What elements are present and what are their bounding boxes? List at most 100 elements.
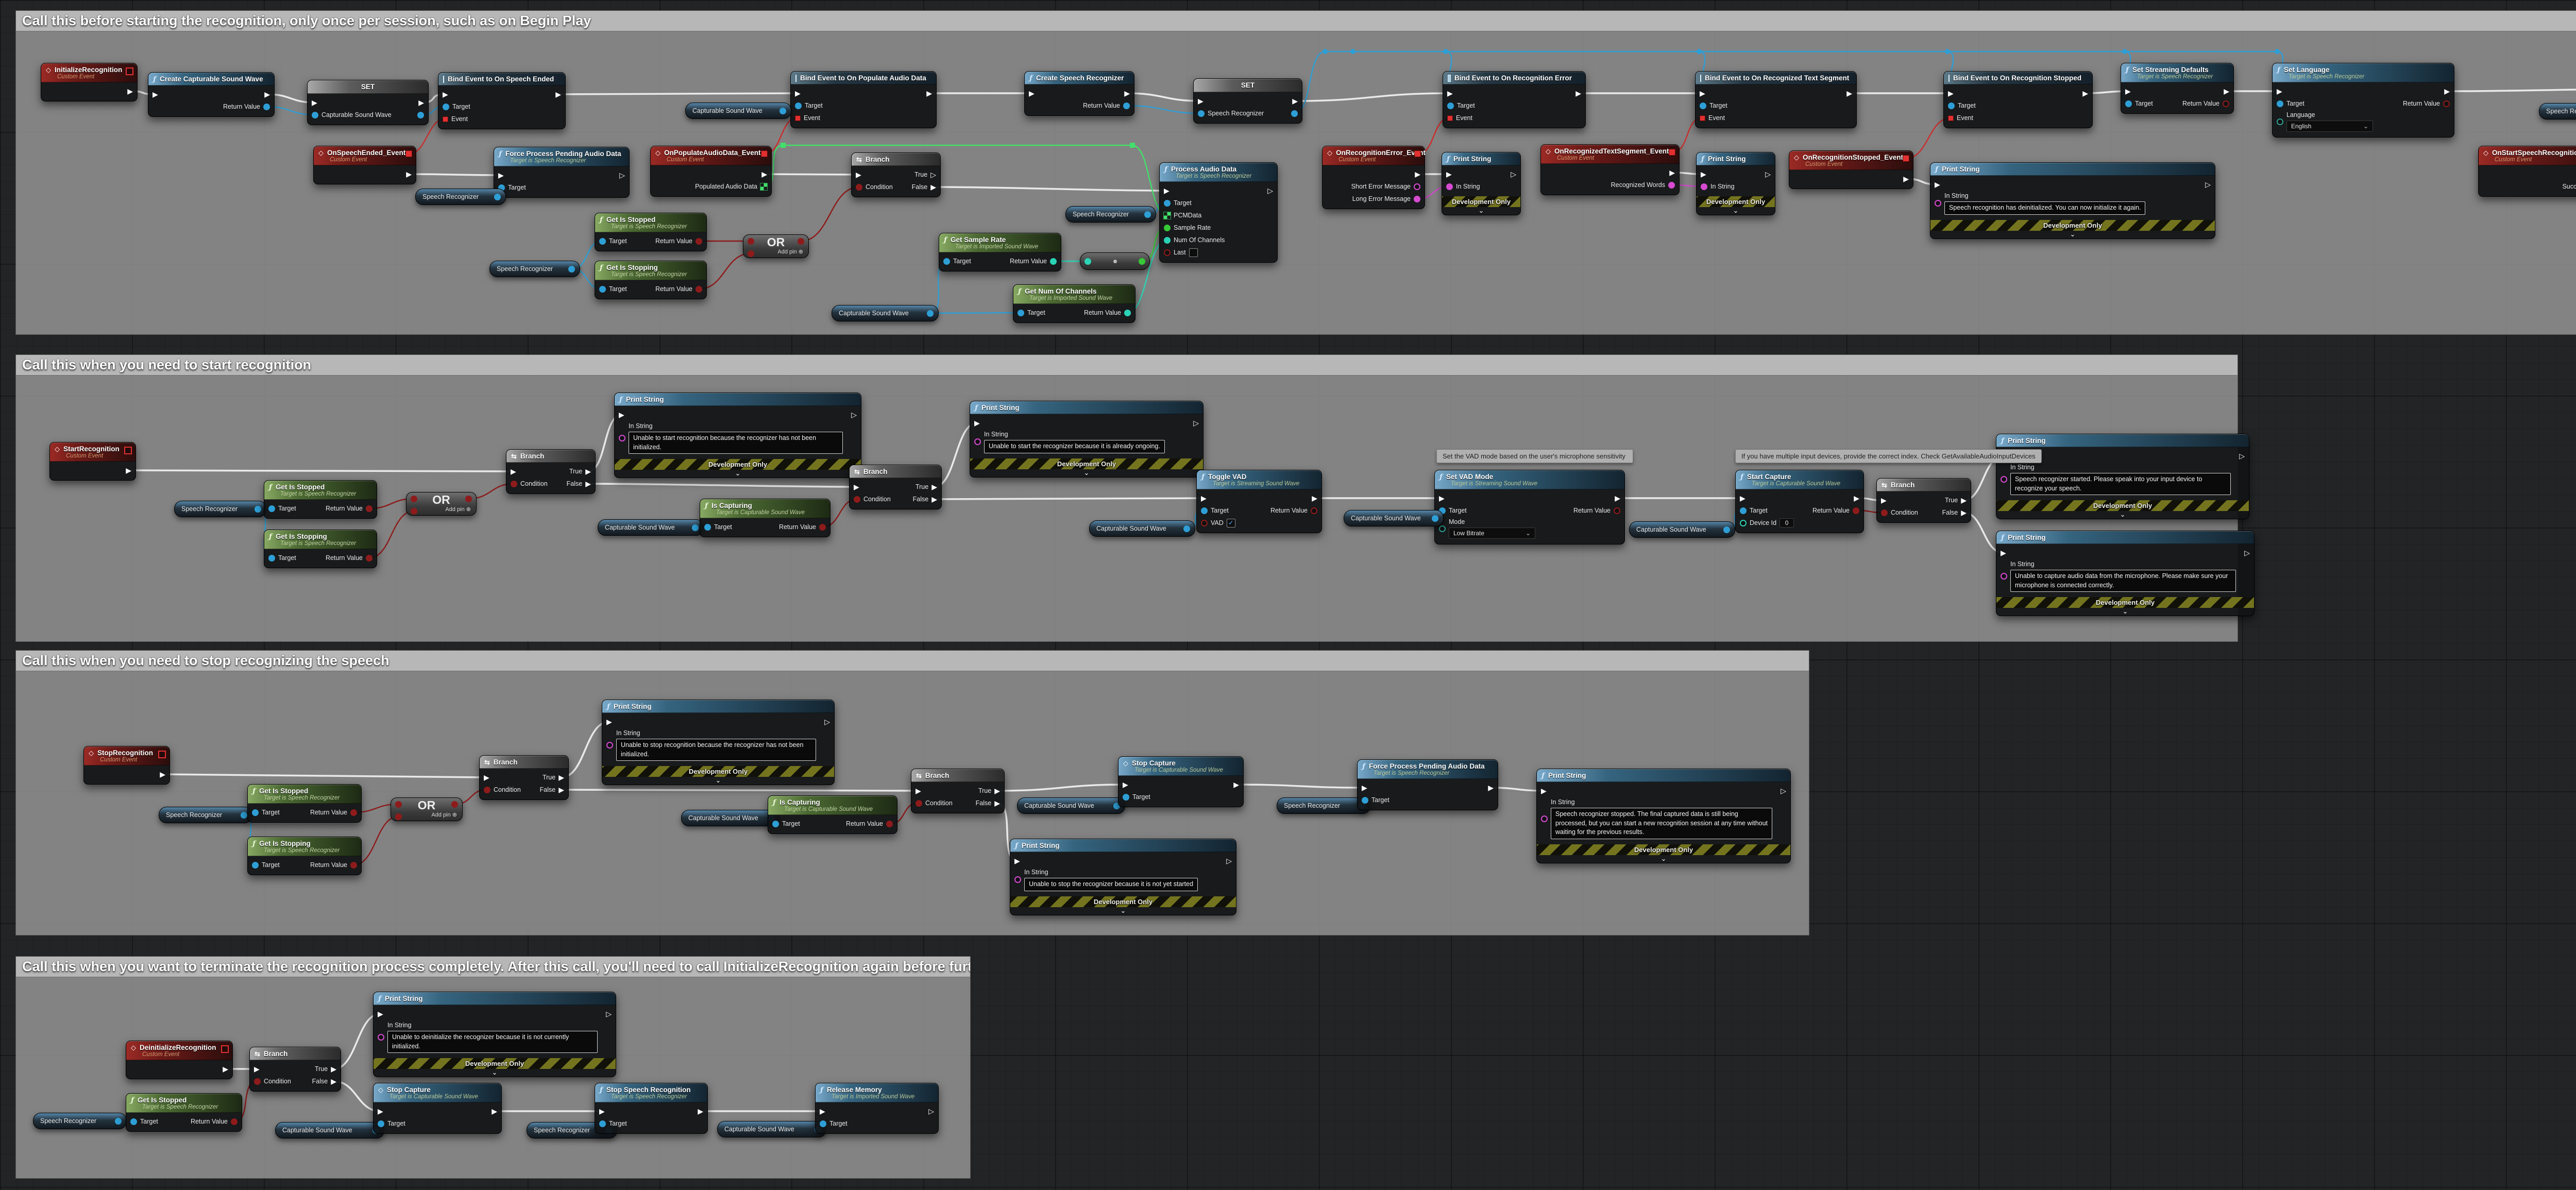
pin-in-string-string-pin[interactable]	[1935, 200, 1941, 207]
node-header[interactable]: ƒForce Process Pending Audio DataTarget …	[494, 147, 629, 166]
pin-eout-exec-pin[interactable]: ▶	[160, 771, 165, 778]
pin-return-value-bool-pin[interactable]	[1614, 507, 1620, 514]
pin-ein-exec-pin[interactable]: ▶	[1198, 98, 1204, 105]
node-print-string[interactable]: ƒPrint String▶In StringSpeech recognitio…	[1930, 162, 2215, 239]
pin-eout-exec-pin[interactable]: ▶	[1575, 90, 1581, 97]
pin-in-string-string-pin[interactable]	[1541, 815, 1548, 822]
node-comment-bubble[interactable]: Set the VAD mode based on the user's mic…	[1436, 449, 1633, 463]
pin-speech-recognizer-output-object-pin[interactable]	[115, 1118, 122, 1125]
pin-true-exec-pin[interactable]: ▶	[994, 788, 1000, 794]
input-in-string[interactable]: Speech recognizer stopped. The final cap…	[1551, 808, 1772, 839]
pin-in-string-string-pin[interactable]	[1446, 183, 1453, 190]
pin-eout-exec-pin[interactable]: ▶	[926, 90, 932, 97]
dropdown-select[interactable]: English⌄	[2286, 121, 2373, 132]
input-in-string[interactable]: Unable to deinitialize the recognizer be…	[387, 1031, 598, 1053]
input-number[interactable]: 0	[1780, 518, 1794, 528]
input-in-string[interactable]: Speech recognition has deinitialized. Yo…	[1944, 201, 2145, 215]
pin-event-delegate-pin[interactable]	[1948, 115, 1954, 121]
input-in-string[interactable]: Unable to capture audio data from the mi…	[2010, 570, 2236, 592]
pin-ein-exec-pin[interactable]: ▶	[2125, 88, 2131, 95]
input-in-string[interactable]: Speech recognizer started. Please speak …	[2010, 473, 2231, 495]
pin-true-exec-pin[interactable]: ▶	[585, 468, 591, 475]
pin-target-object-pin[interactable]	[1362, 797, 1368, 804]
node-onrecognizedtextsegment-event[interactable]: ◇OnRecognizedTextSegment_EventCustom Eve…	[1540, 144, 1680, 195]
node-branch[interactable]: ⇆Branch▶Condition▶True▶False	[911, 769, 1005, 813]
pin-target-object-pin[interactable]	[1447, 103, 1454, 109]
pin-ein-exec-pin[interactable]: ▶	[856, 172, 861, 178]
variable-capturable-sound-wave[interactable]: Capturable Sound Wave	[681, 810, 780, 826]
variable-speech-recognizer[interactable]: Speech Recognizer	[174, 501, 266, 517]
node-header[interactable]: ⇆Branch	[480, 756, 568, 769]
checkbox[interactable]	[1189, 248, 1198, 257]
node-header[interactable]: Bind Event to On Recognition Stopped	[1944, 72, 2092, 84]
node-print-string[interactable]: ƒPrint String▶In StringUnable to start r…	[614, 393, 861, 478]
pin-eout-exec-pin[interactable]: ▶	[1854, 495, 1859, 502]
pin-return-value-bool-pin[interactable]	[696, 238, 702, 245]
pin-condition-bool-pin[interactable]	[1881, 509, 1888, 516]
pin-eout-exec-pin[interactable]: ▷	[606, 1011, 612, 1017]
node-header[interactable]: ƒGet Num Of ChannelsTarget is Imported S…	[1013, 285, 1135, 304]
node-get-sample-rate[interactable]: ƒGet Sample RateTarget is Imported Sound…	[939, 233, 1061, 271]
pin-condition-bool-pin[interactable]	[916, 800, 922, 807]
node-header[interactable]: ƒGet Is StoppedTarget is Speech Recogniz…	[264, 481, 377, 500]
pin-target-object-pin[interactable]	[1164, 200, 1171, 207]
node-comment-bubble[interactable]: If you have multiple input devices, prov…	[1735, 449, 2042, 463]
node-header[interactable]: ◇Stop CaptureTarget is Capturable Sound …	[374, 1083, 501, 1102]
pin-return-value-bool-pin[interactable]	[366, 505, 372, 512]
node-onrecognitionstopped-event[interactable]: ◇OnRecognitionStopped_EventCustom Event▶	[1789, 150, 1913, 189]
node-header[interactable]: ⇆Branch	[506, 450, 595, 463]
pin-ein-exec-pin[interactable]: ▶	[1541, 788, 1547, 794]
dropdown-select[interactable]: Low Bitrate⌄	[1449, 528, 1535, 539]
input-in-string[interactable]: Unable to stop the recognizer because it…	[1024, 878, 1198, 891]
pin-eout-exec-pin[interactable]: ▷	[1511, 171, 1516, 178]
pin-ein-exec-pin[interactable]: ▶	[1700, 90, 1705, 97]
pin-target-object-pin[interactable]	[252, 809, 259, 816]
pin-eout-exec-pin[interactable]: ▷	[928, 1108, 934, 1115]
node-header[interactable]: SET	[1194, 79, 1302, 92]
pin-in-string-string-pin[interactable]	[1701, 183, 1707, 190]
pin-event-delegate-pin[interactable]	[795, 115, 801, 121]
node-header[interactable]: ƒRelease MemoryTarget is Imported Sound …	[816, 1083, 938, 1102]
delegate-pin[interactable]	[126, 67, 133, 75]
node-header[interactable]: ƒGet Is StoppingTarget is Speech Recogni…	[595, 261, 706, 280]
node-create-speech-recognizer[interactable]: ƒCreate Speech Recognizer▶▶Return Value	[1024, 71, 1134, 116]
pin-return-value-object-pin[interactable]	[263, 104, 270, 110]
node-header[interactable]: Bind Event to On Recognized Text Segment	[1696, 72, 1856, 84]
pin-speech-recognizer-output-object-pin[interactable]	[568, 266, 575, 273]
pin-in-string-string-pin[interactable]	[619, 435, 625, 441]
node-header[interactable]: ◇OnSpeechEnded_EventCustom Event	[314, 146, 416, 165]
node-get-is-stopping[interactable]: ƒGet Is StoppingTarget is Speech Recogni…	[264, 530, 377, 568]
pin-event-delegate-pin[interactable]	[1700, 115, 1705, 121]
node-set-streaming-defaults[interactable]: ƒSet Streaming DefaultsTarget is Speech …	[2121, 63, 2234, 114]
pin-false-exec-pin[interactable]: ▶	[994, 800, 1000, 807]
pin-ein-exec-pin[interactable]: ▶	[378, 1108, 383, 1115]
pin-return-value-bool-pin[interactable]	[2223, 100, 2229, 107]
pin-eout-exec-pin[interactable]: ▶	[492, 1108, 497, 1115]
pin-return-value-bool-pin[interactable]	[1311, 507, 1317, 514]
variable-capturable-sound-wave[interactable]: Capturable Sound Wave	[275, 1122, 384, 1138]
pin-ein-exec-pin[interactable]: ▶	[1948, 90, 1954, 97]
pin-target-object-pin[interactable]	[943, 258, 950, 265]
expand-chevron-icon[interactable]: ⌄	[1010, 907, 1236, 915]
node-stop-speech-recognition[interactable]: ƒStop Speech RecognitionTarget is Speech…	[595, 1083, 708, 1134]
pin-eout-exec-pin[interactable]: ▶	[1415, 171, 1420, 178]
node-header[interactable]: ƒForce Process Pending Audio DataTarget …	[1358, 760, 1498, 779]
node-header[interactable]: ƒSet LanguageTarget is Speech Recognizer	[2273, 63, 2454, 82]
node-header[interactable]: ƒGet Sample RateTarget is Imported Sound…	[939, 233, 1061, 252]
pin-eout-exec-pin[interactable]: ▶	[761, 171, 767, 178]
node-header[interactable]: ƒPrint String	[1442, 152, 1520, 165]
pin-b-bool-pin[interactable]	[748, 250, 754, 257]
node-bind-event-to-on-recognized-text-segment[interactable]: Bind Event to On Recognized Text Segment…	[1695, 71, 1857, 128]
node-bind-event-to-on-speech-ended[interactable]: Bind Event to On Speech Ended▶TargetEven…	[438, 72, 566, 129]
pin-target-object-pin[interactable]	[130, 1118, 137, 1125]
or-node[interactable]: ORAdd pin ⊕	[743, 234, 809, 258]
expand-chevron-icon[interactable]: ⌄	[374, 1069, 616, 1077]
pin-target-object-pin[interactable]	[599, 286, 606, 293]
pin-return-value-bool-pin[interactable]	[366, 555, 372, 562]
pin-return-value-object-pin[interactable]	[1123, 103, 1130, 109]
node-branch[interactable]: ⇆Branch▶Condition▶True▶False	[849, 465, 942, 509]
pin-return-value-bool-pin[interactable]	[819, 524, 826, 531]
node-toggle-vad[interactable]: ƒToggle VADTarget is Streaming Sound Wav…	[1196, 470, 1322, 533]
delegate-pin[interactable]	[1903, 155, 1909, 162]
node-set[interactable]: SET▶Speech Recognizer▶	[1193, 78, 1302, 124]
